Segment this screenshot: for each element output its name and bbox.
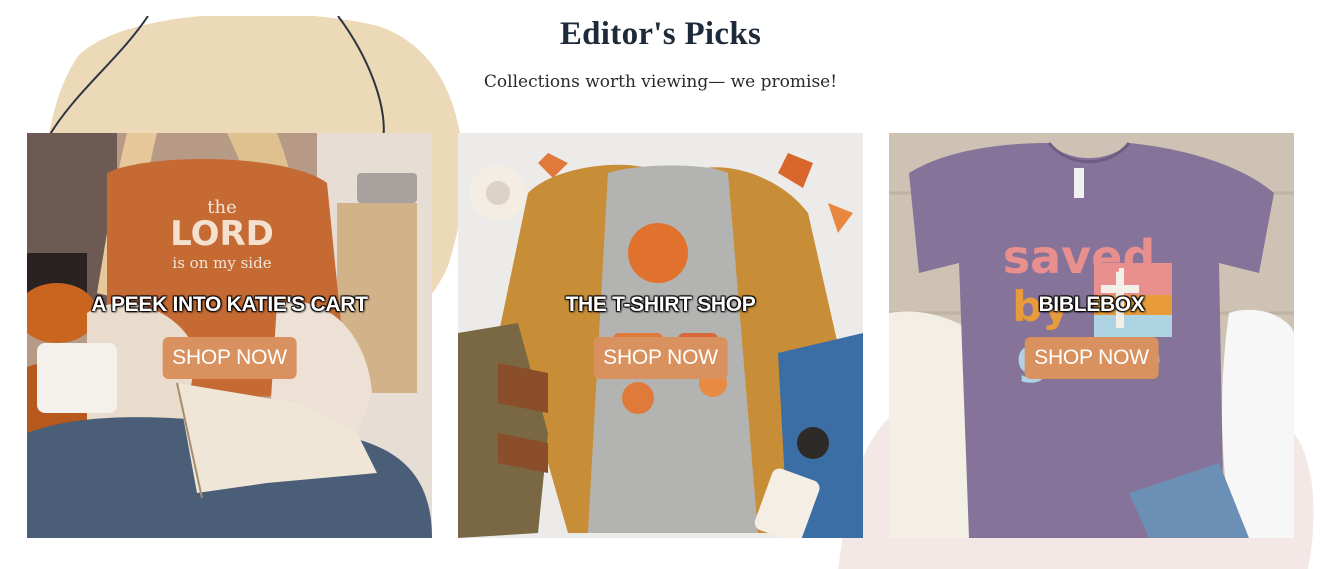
svg-text:is on my side: is on my side — [172, 254, 271, 272]
shop-now-button[interactable]: SHOP NOW — [162, 337, 297, 379]
purple-shirt-icon: saved by grace — [889, 133, 1294, 538]
collection-card-tshirt-shop[interactable]: THE T-SHIRT SHOP SHOP NOW — [458, 133, 863, 538]
shop-now-button[interactable]: SHOP NOW — [1024, 337, 1159, 379]
section-subtitle: Collections worth viewing— we promise! — [483, 72, 838, 92]
card-title: BIBLEBOX — [1038, 293, 1145, 316]
shop-now-button[interactable]: SHOP NOW — [593, 337, 728, 379]
fall-shirt-flatlay-icon — [458, 133, 863, 538]
collection-card-katies-cart[interactable]: the LORD is on my side A PEEK INTO KATIE… — [27, 133, 432, 538]
card-title: A PEEK INTO KATIE'S CART — [91, 293, 368, 316]
woman-reading-icon: the LORD is on my side — [27, 133, 432, 538]
card-title: THE T-SHIRT SHOP — [565, 293, 756, 316]
collection-card-biblebox[interactable]: saved by grace BIBLEBOX SHOP NOW — [889, 133, 1294, 538]
svg-text:saved: saved — [1003, 230, 1156, 284]
svg-text:LORD: LORD — [170, 214, 274, 254]
section-title: Editor's Picks — [559, 16, 762, 52]
